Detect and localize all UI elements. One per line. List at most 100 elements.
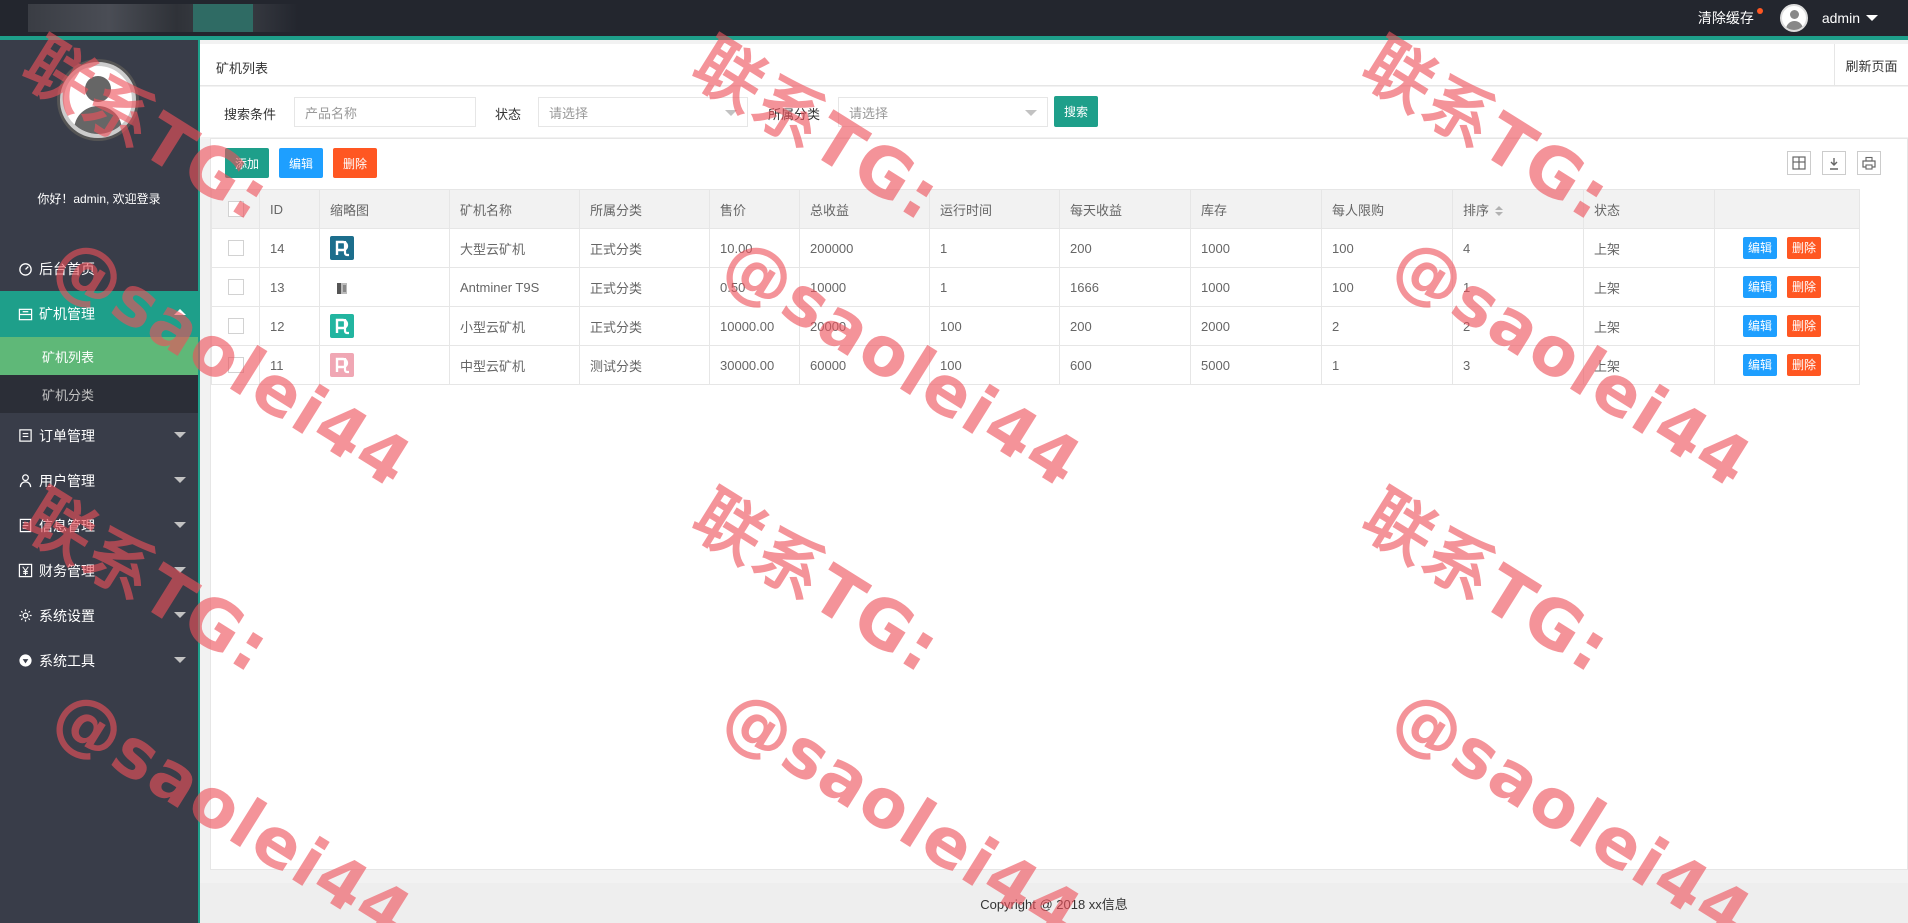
- cell-sort: 2: [1452, 306, 1584, 346]
- logo: [28, 4, 298, 32]
- chevron-down-icon: [174, 477, 186, 483]
- clear-cache-label: 清除缓存: [1697, 10, 1754, 26]
- chevron-down-icon: [174, 612, 186, 618]
- cell-price: 10000.00: [709, 306, 800, 346]
- col-daily: 每天收益: [1059, 189, 1191, 229]
- cell-total: 200000: [799, 228, 930, 268]
- cell-price: 30000.00: [709, 345, 800, 385]
- sidebar-item-dashboard[interactable]: 后台首页: [0, 246, 198, 291]
- refresh-page-button[interactable]: 刷新页面: [1834, 44, 1908, 86]
- cell-thumbnail: [319, 345, 450, 385]
- add-button[interactable]: 添加: [225, 148, 270, 178]
- row-delete-button[interactable]: 删除: [1787, 315, 1822, 337]
- user-menu[interactable]: admin: [1822, 10, 1878, 26]
- copyright-text: Copyright @ 2018 xx信息: [980, 896, 1128, 912]
- sidebar-item-miner-management[interactable]: 矿机管理: [0, 291, 198, 337]
- columns-icon[interactable]: [1787, 151, 1811, 175]
- row-delete-button[interactable]: 删除: [1787, 276, 1822, 298]
- sidebar-item-settings[interactable]: 系统设置: [0, 593, 198, 638]
- submenu: 矿机列表 矿机分类: [0, 337, 198, 413]
- sidebar-item-orders[interactable]: 订单管理: [0, 413, 198, 458]
- col-total: 总收益: [799, 189, 930, 229]
- dashboard-icon: [18, 261, 33, 276]
- sidebar-subitem-miner-list[interactable]: 矿机列表: [0, 337, 198, 375]
- thumbnail-image: [330, 275, 354, 299]
- cell-actions: 编辑 删除: [1714, 345, 1860, 385]
- row-edit-button[interactable]: 编辑: [1742, 354, 1777, 376]
- table-header-row: ID 缩略图 矿机名称 所属分类 售价 总收益 运行时间 每天收益 库存 每人限…: [211, 189, 1860, 229]
- chevron-down-icon: [174, 567, 186, 573]
- sidebar-item-finance[interactable]: 财务管理: [0, 548, 198, 593]
- product-name-input[interactable]: 产品名称: [294, 97, 476, 127]
- cell-name: 大型云矿机: [449, 228, 580, 268]
- cell-thumbnail: [319, 228, 450, 268]
- row-delete-button[interactable]: 删除: [1787, 354, 1822, 376]
- row-checkbox[interactable]: [227, 357, 244, 374]
- tab-miner-list[interactable]: 矿机列表: [216, 58, 268, 77]
- table-row: 14 大型云矿机 正式分类 10.00 200000 1 200 1000 10…: [211, 228, 1860, 268]
- sidebar-nav: 后台首页 矿机管理 矿机列表 矿机分类 订单管理 用户管理 信息管理 财务管理 …: [0, 246, 198, 683]
- status-select[interactable]: 请选择: [538, 97, 748, 127]
- cell-category: 正式分类: [579, 306, 710, 346]
- cell-actions: 编辑 删除: [1714, 306, 1860, 346]
- search-form: 搜索条件 产品名称 状态 请选择 所属分类 请选择 搜索: [200, 87, 1908, 137]
- cell-daily: 200: [1059, 306, 1191, 346]
- chevron-down-icon: [725, 110, 737, 116]
- row-checkbox[interactable]: [227, 318, 244, 335]
- cell-actions: 编辑 删除: [1714, 267, 1860, 307]
- notification-dot: [1756, 8, 1763, 14]
- cell-price: 0.50: [709, 267, 800, 307]
- cell-stock: 2000: [1190, 306, 1322, 346]
- gear-icon: [18, 608, 33, 623]
- cell-price: 10.00: [709, 228, 800, 268]
- search-button[interactable]: 搜索: [1054, 96, 1099, 127]
- sidebar-item-label: 信息管理: [39, 517, 95, 534]
- user-icon: [18, 473, 33, 488]
- category-select[interactable]: 请选择: [838, 97, 1048, 127]
- miner-table: ID 缩略图 矿机名称 所属分类 售价 总收益 运行时间 每天收益 库存 每人限…: [211, 189, 1860, 385]
- select-all-checkbox[interactable]: [227, 201, 244, 218]
- cell-limit: 1: [1321, 345, 1453, 385]
- print-icon[interactable]: [1857, 151, 1881, 175]
- miner-table-panel: 添加 编辑 删除 ID 缩略图 矿机名称 所属分类 售价 总收益 运行时间 每天…: [210, 138, 1908, 870]
- sort-icon[interactable]: [1495, 206, 1504, 217]
- welcome-text: 你好！admin, 欢迎登录: [37, 192, 161, 206]
- sidebar-subitem-miner-category[interactable]: 矿机分类: [0, 375, 198, 413]
- delete-button[interactable]: 删除: [333, 148, 378, 178]
- chevron-down-icon: [1025, 110, 1037, 116]
- cell-id: 14: [259, 228, 320, 268]
- cell-name: 中型云矿机: [449, 345, 580, 385]
- col-status: 状态: [1583, 189, 1715, 229]
- col-thumbnail: 缩略图: [319, 189, 450, 229]
- edit-button[interactable]: 编辑: [279, 148, 324, 178]
- row-checkbox[interactable]: [227, 240, 244, 257]
- row-delete-button[interactable]: 删除: [1787, 237, 1822, 259]
- row-checkbox[interactable]: [227, 279, 244, 296]
- status-label: 状态: [495, 107, 522, 122]
- row-edit-button[interactable]: 编辑: [1742, 276, 1777, 298]
- footer: Copyright @ 2018 xx信息: [200, 883, 1908, 923]
- sidebar-item-label: 用户管理: [39, 472, 95, 489]
- sidebar-divider: [198, 40, 200, 923]
- sidebar-item-tools[interactable]: 系统工具: [0, 638, 198, 683]
- sidebar-item-info[interactable]: 信息管理: [0, 503, 198, 548]
- col-sort-label: 排序: [1463, 202, 1490, 218]
- username: admin: [1821, 10, 1860, 26]
- row-edit-button[interactable]: 编辑: [1742, 315, 1777, 337]
- row-edit-button[interactable]: 编辑: [1742, 237, 1777, 259]
- clear-cache-link[interactable]: 清除缓存: [1697, 8, 1763, 28]
- search-condition-label: 搜索条件: [224, 107, 277, 122]
- export-icon[interactable]: [1822, 151, 1846, 175]
- top-right-menu: 清除缓存 admin: [1698, 0, 1908, 36]
- cell-limit: 100: [1321, 228, 1453, 268]
- row-select-cell: [211, 228, 260, 268]
- select-all-cell: [211, 189, 260, 229]
- table-row: 12 小型云矿机 正式分类 10000.00 20000 100 200 200…: [211, 306, 1860, 346]
- col-stock: 库存: [1190, 189, 1322, 229]
- col-limit: 每人限购: [1321, 189, 1453, 229]
- col-sort[interactable]: 排序: [1452, 189, 1584, 229]
- sidebar-item-users[interactable]: 用户管理: [0, 458, 198, 503]
- user-avatar-icon[interactable]: [1779, 4, 1808, 32]
- cell-category: 正式分类: [579, 228, 710, 268]
- cell-thumbnail: [319, 267, 450, 307]
